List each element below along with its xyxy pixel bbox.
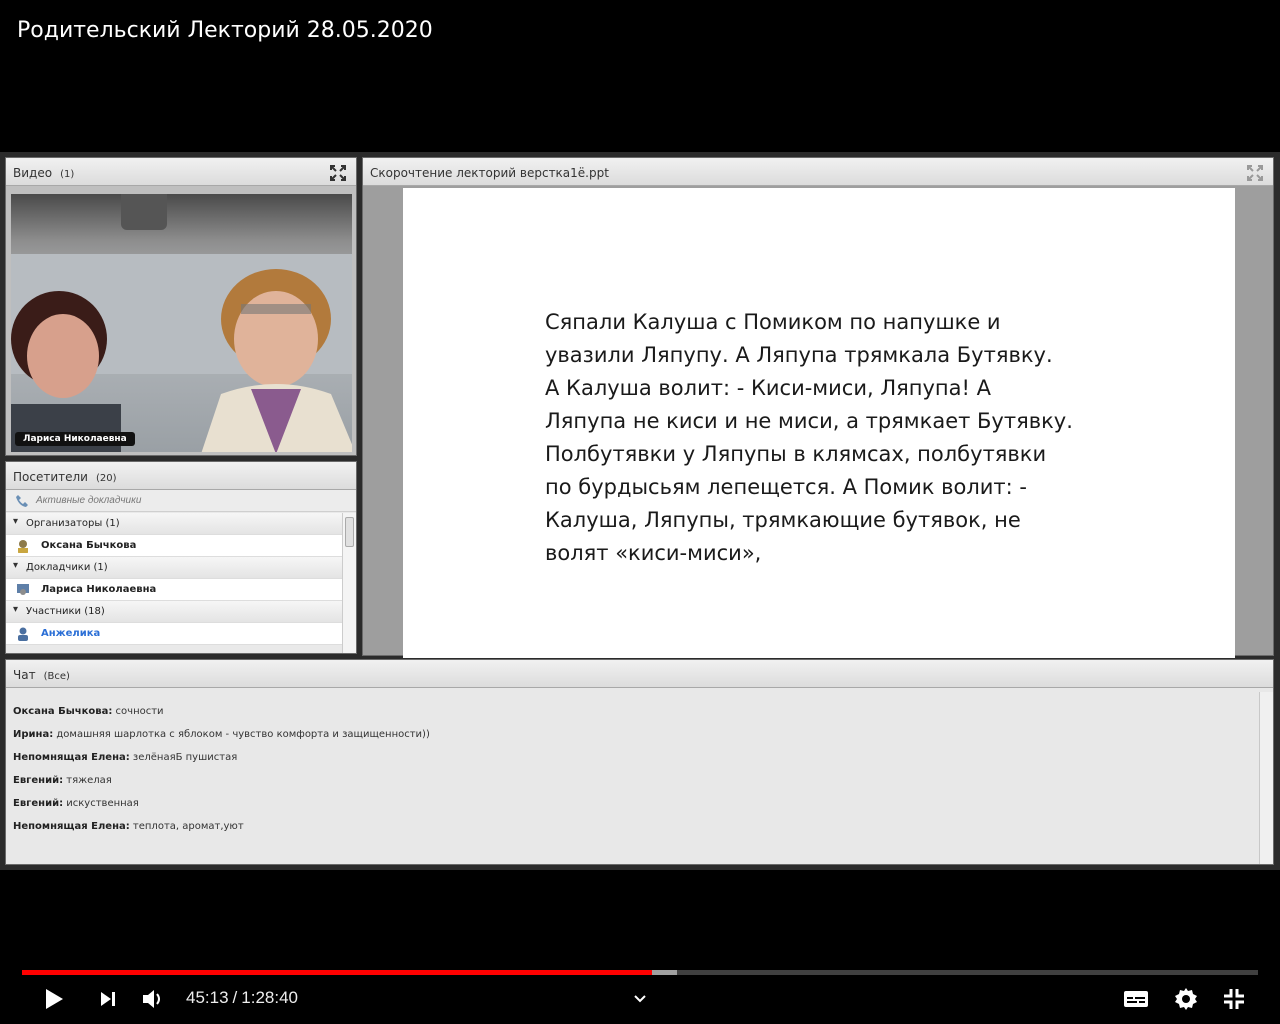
attendees-pod-title: Посетители [13,470,88,484]
chat-text: теплота, аромат,уют [129,821,244,832]
attendees-pod: Посетители (20) Активные докладчики Орган… [5,461,357,654]
chat-message: Непомнящая Елена: зелёнаяБ пушистая [13,752,1259,775]
volume-icon [143,990,160,1008]
volume-button[interactable] [140,985,166,1013]
chat-author: Евгений: [13,798,64,809]
attendee-row[interactable]: Оксана Бычкова [6,535,343,557]
attendee-scrollbar[interactable] [342,513,356,653]
group-label: Докладчики (1) [26,562,108,573]
video-title[interactable]: Родительский Лекторий 28.05.2020 [17,18,433,43]
chevron-down-icon [634,995,646,1003]
subtitles-button[interactable] [1122,985,1150,1013]
gear-icon [1175,988,1197,1010]
slide-text: Сяпали Калуша с Помиком по напушке и ува… [545,306,1105,570]
group-label: Участники (18) [26,606,105,617]
slide-line: А Калуша волит: - Киси-миси, Ляпупа! А [545,376,991,400]
chat-pod: Чат (Все) Оксана Бычкова: сочности Ирина:… [5,659,1274,865]
attendees-pod-header: Посетители (20) [6,462,356,490]
chat-author: Ирина: [13,729,54,740]
presenter-icon [17,584,29,595]
chat-author: Непомнящая Елена: [13,752,130,763]
meeting-room: Видео (1) Лариса Николаевна Посетители (… [0,152,1280,870]
active-speakers-row[interactable]: Активные докладчики [6,490,356,512]
fullscreen-icon[interactable] [330,165,346,181]
slide-line: по бурдысьям лепещется. А Помик волит: - [545,475,1027,499]
camera-name-label: Лариса Николаевна [15,432,135,446]
attendee-name: Лариса Николаевна [41,584,157,595]
group-participants[interactable]: Участники (18) [6,601,343,623]
chat-message: Евгений: тяжелая [13,775,1259,798]
active-speakers-label: Активные докладчики [36,495,142,506]
fullscreen-button[interactable] [1220,985,1248,1013]
slide-line: Ляпупа не киси и не миси, а трямкает Бут… [545,409,1073,433]
chat-author: Непомнящая Елена: [13,821,130,832]
chat-text: сочности [112,706,164,717]
subtitles-icon [1124,991,1148,1007]
chat-text: искуственная [63,798,139,809]
share-pod: Скорочтение лекторий верстка1ё.ppt Сяпал… [362,157,1274,658]
slide-line: Сяпали Калуша с Помиком по напушке и [545,310,1001,334]
chat-author: Оксана Бычкова: [13,706,113,717]
group-presenters[interactable]: Докладчики (1) [6,557,343,579]
chat-messages: Оксана Бычкова: сочности Ирина: домашняя… [6,692,1259,864]
play-button[interactable] [40,985,68,1013]
chapters-button[interactable] [630,985,650,1013]
next-button[interactable] [96,985,120,1013]
attendee-row[interactable]: Анжелика [6,623,343,645]
progress-bar[interactable] [22,970,1258,975]
share-pod-title: Скорочтение лекторий верстка1ё.ppt [370,166,609,180]
video-pod-count: (1) [60,169,75,180]
chat-text: домашняя шарлотка с яблоком - чувство ко… [53,729,430,740]
scrollbar-thumb[interactable] [345,517,354,547]
attendee-name: Анжелика [41,628,101,639]
fullscreen-icon [1224,989,1244,1009]
current-time: 45:13 [186,988,229,1007]
chat-pod-title: Чат [13,668,36,682]
person-left [11,291,121,452]
slide-line: Калуша, Ляпупы, трямкающие бутявок, не [545,508,1021,532]
phone-icon [16,495,28,507]
skip-next-icon [101,992,115,1006]
chat-pod-header: Чат (Все) [6,660,1273,688]
chat-scope: (Все) [43,671,70,682]
participant-icon [18,627,28,641]
chat-message: Непомнящая Елена: теплота, аромат,уют [13,821,1259,844]
time-separator: / [232,988,238,1007]
slide-line: Полбутявки у Ляпупы в клямсах, полбутявк… [545,442,1047,466]
chat-text: тяжелая [63,775,112,786]
video-pod-title: Видео [13,166,53,180]
time-display: 45:13/1:28:40 [186,988,298,1008]
chat-message: Оксана Бычкова: сочности [13,706,1259,729]
projector [121,194,167,230]
share-pod-header: Скорочтение лекторий верстка1ё.ppt [363,158,1273,186]
chat-author: Евгений: [13,775,64,786]
video-pod: Видео (1) Лариса Николаевна [5,157,357,456]
group-organizers[interactable]: Организаторы (1) [6,513,343,535]
group-label: Организаторы (1) [26,518,120,529]
slide-line: волят «киси-миси», [545,541,762,565]
fullscreen-icon[interactable] [1247,165,1263,181]
attendees-count: (20) [95,473,117,484]
played-bar [22,970,653,975]
video-pod-header: Видео (1) [6,158,356,186]
host-icon [18,540,28,553]
chat-message: Евгений: искуственная [13,798,1259,821]
presentation-slide: Сяпали Калуша с Помиком по напушке и ува… [403,188,1235,658]
play-icon [46,989,63,1009]
attendee-name: Оксана Бычкова [41,540,137,551]
attendee-list: Организаторы (1) Оксана Бычкова Докладчи… [6,513,343,653]
attendee-row[interactable]: Лариса Николаевна [6,579,343,601]
person-right [201,269,352,452]
chat-message: Ирина: домашняя шарлотка с яблоком - чув… [13,729,1259,752]
duration: 1:28:40 [241,988,299,1007]
chat-text: зелёнаяБ пушистая [129,752,238,763]
settings-button[interactable] [1172,985,1200,1013]
slide-line: увазили Ляпупу. А Ляпупа трямкала Бутявк… [545,343,1053,367]
chat-scrollbar[interactable] [1259,692,1273,864]
webcam-feed: Лариса Николаевна [11,194,352,452]
